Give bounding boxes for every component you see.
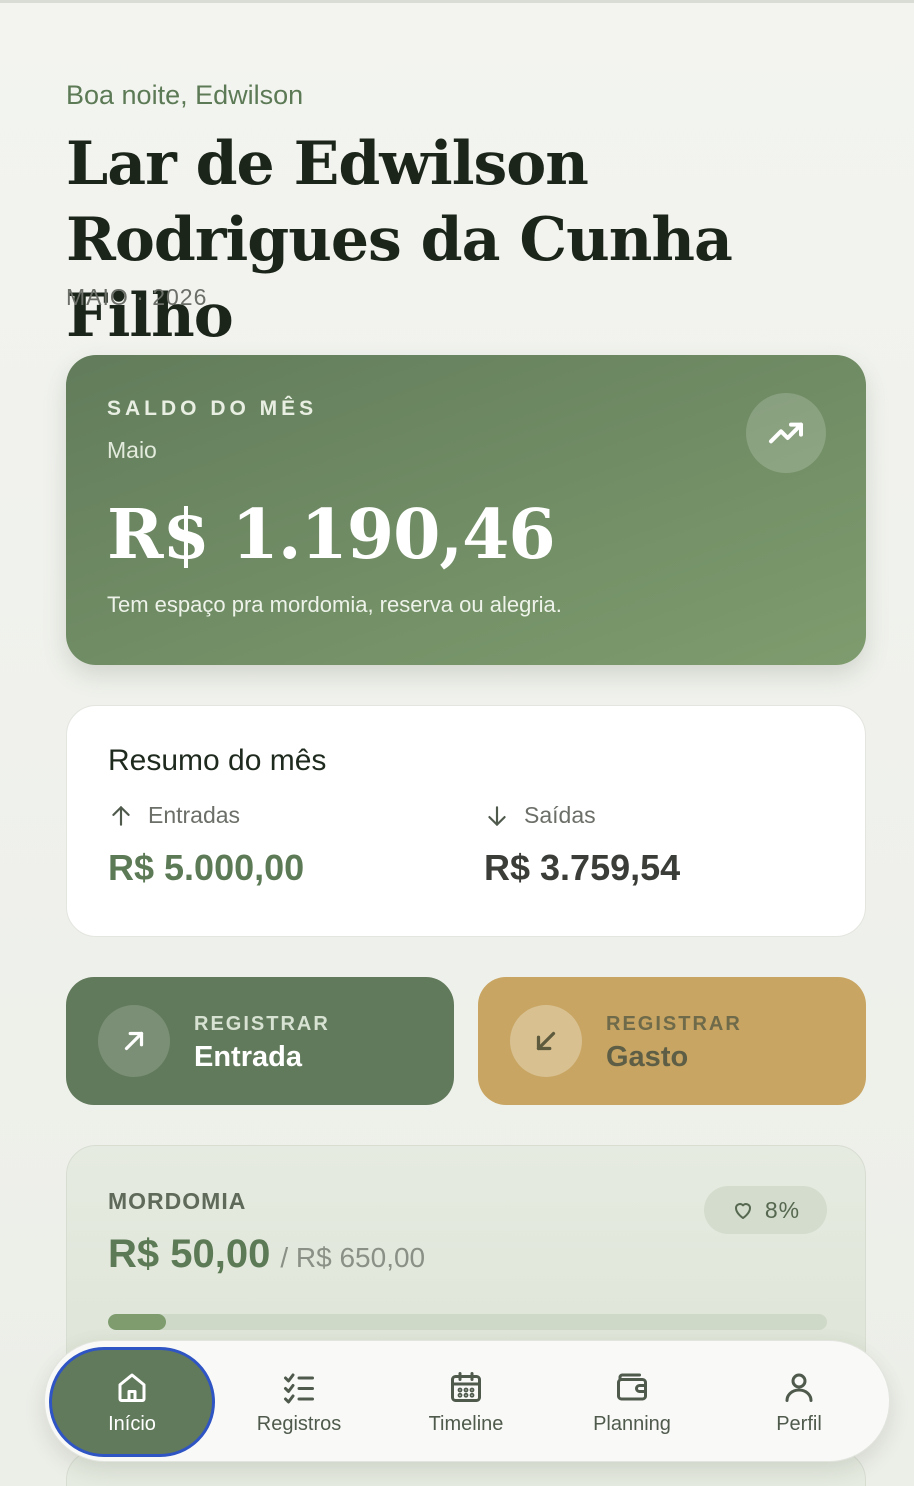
heart-icon (734, 1203, 751, 1219)
budget-limit: / R$ 650,00 (280, 1242, 426, 1273)
balance-eyebrow: SALDO DO MÊS (107, 397, 318, 420)
budget-progress-fill (108, 1314, 166, 1330)
tab-label: Planning (593, 1412, 671, 1435)
income-action-eyebrow: REGISTRAR (194, 1013, 330, 1035)
income-label: Entradas (148, 802, 241, 828)
user-icon (785, 1373, 813, 1402)
trend-button[interactable] (746, 393, 826, 473)
register-income-button[interactable]: REGISTRAR Entrada (66, 977, 454, 1105)
arrow-up-right-icon (124, 1031, 144, 1051)
budget-percent: 8% (764, 1196, 801, 1223)
expense-action-label: Gasto (606, 1041, 689, 1073)
balance-amount: R$ 1.190,46 (107, 495, 556, 575)
register-expense-button[interactable]: REGISTRAR Gasto (478, 977, 866, 1105)
expense-value: R$ 3.759,54 (484, 847, 681, 888)
arrow-up-icon (112, 805, 130, 826)
checklist-icon (284, 1373, 314, 1403)
tab-label: Registros (256, 1412, 342, 1435)
balance-note: Tem espaço pra mordomia, reserva ou aleg… (107, 592, 562, 617)
page-title: Lar de Edwilson Rodrigues da Cunha Filho (66, 129, 733, 351)
home-screen: Boa noite, Edwilson Lar de Edwilson Rodr… (0, 0, 914, 1486)
summary-card: Resumo do mês Entradas R$ 5.000,00 Saída… (66, 705, 866, 937)
expense-label: Saídas (524, 802, 596, 828)
arrow-down-icon (488, 805, 506, 826)
bottom-tab-bar: Início Registros Timeline Planning Perfi… (44, 1340, 890, 1462)
budget-spent: R$ 50,00 (108, 1232, 271, 1276)
tab-label: Timeline (428, 1412, 504, 1435)
tab-perfil[interactable]: Perfil (716, 1347, 882, 1457)
budget-percent-badge: 8% (704, 1186, 827, 1234)
balance-month: Maio (107, 437, 157, 463)
wallet-icon (617, 1373, 647, 1400)
tab-registros[interactable]: Registros (216, 1347, 382, 1457)
expense-summary: Saídas R$ 3.759,54 (484, 802, 680, 889)
summary-title: Resumo do mês (108, 744, 327, 777)
income-value: R$ 5.000,00 (108, 847, 305, 888)
arrow-down-left-icon (536, 1031, 556, 1051)
budget-progress-track (108, 1314, 827, 1330)
income-icon-circle (98, 1005, 170, 1077)
tab-inicio[interactable]: Início (49, 1347, 215, 1457)
greeting: Boa noite, Edwilson (66, 80, 304, 110)
calendar-icon (451, 1371, 481, 1402)
top-divider (0, 0, 914, 3)
period-label: MAIO · 2026 (66, 284, 208, 310)
income-action-label: Entrada (194, 1041, 302, 1073)
balance-card: SALDO DO MÊS Maio R$ 1.190,46 Tem espaço… (66, 355, 866, 665)
budget-amount: R$ 50,00 / R$ 650,00 (108, 1232, 425, 1277)
tab-label: Início (108, 1412, 156, 1435)
income-summary: Entradas R$ 5.000,00 (108, 802, 304, 889)
tab-timeline[interactable]: Timeline (383, 1347, 549, 1457)
home-icon (118, 1373, 146, 1402)
expense-icon-circle (510, 1005, 582, 1077)
budget-name: MORDOMIA (108, 1188, 247, 1214)
trending-up-icon (769, 422, 803, 444)
tab-label: Perfil (776, 1412, 822, 1435)
expense-action-eyebrow: REGISTRAR (606, 1013, 742, 1035)
tab-planning[interactable]: Planning (549, 1347, 715, 1457)
